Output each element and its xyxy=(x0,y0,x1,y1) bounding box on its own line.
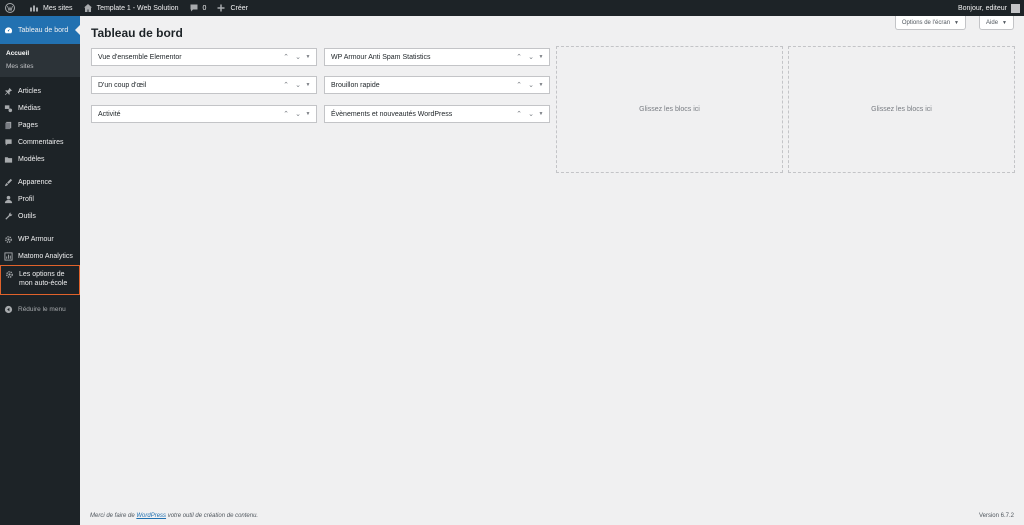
create-button[interactable]: Créer xyxy=(211,0,253,16)
page-title: Tableau de bord xyxy=(91,26,183,40)
account-menu[interactable]: Bonjour, editeur xyxy=(958,0,1020,16)
chevron-down-icon[interactable]: ⌄ xyxy=(292,110,304,118)
sidebar-item-label: Profil xyxy=(18,196,34,203)
dashboard-submenu: Accueil Mes sites xyxy=(0,44,80,77)
collapse-menu-button[interactable]: Réduire le menu xyxy=(0,301,80,318)
sidebar-item-label: Articles xyxy=(18,88,41,95)
create-label: Créer xyxy=(230,4,248,12)
widget-activity[interactable]: Activité ⌃ ⌄ ▼ xyxy=(91,105,317,123)
my-sites-label: Mes sites xyxy=(43,4,73,12)
pages-icon xyxy=(5,121,12,130)
my-sites-icon xyxy=(30,5,38,12)
sidebar-item-matomo[interactable]: Matomo Analytics xyxy=(0,248,80,265)
chevron-up-icon[interactable]: ⌃ xyxy=(513,110,525,118)
caret-down-icon: ▼ xyxy=(1002,19,1007,26)
widget-elementor-overview[interactable]: Vue d'ensemble Elementor ⌃ ⌄ ▼ xyxy=(91,48,317,66)
wrench-icon xyxy=(5,212,13,220)
admin-bar: Mes sites Template 1 - Web Solution 0 Cr… xyxy=(0,0,1024,16)
chevron-up-icon[interactable]: ⌃ xyxy=(280,110,292,118)
widget-at-a-glance[interactable]: D'un coup d'œil ⌃ ⌄ ▼ xyxy=(91,76,317,94)
sidebar-item-label: Outils xyxy=(18,213,36,220)
submenu-item-my-sites[interactable]: Mes sites xyxy=(0,60,80,73)
widget-dropzone[interactable]: Glissez les blocs ici xyxy=(556,46,783,173)
sidebar-item-label: Apparence xyxy=(18,179,52,186)
my-sites-button[interactable]: Mes sites xyxy=(24,0,78,16)
sidebar-item-label: Médias xyxy=(18,105,41,112)
wordpress-link[interactable]: WordPress xyxy=(136,513,166,519)
chevron-down-icon[interactable]: ⌄ xyxy=(292,53,304,61)
toggle-arrow-icon[interactable]: ▼ xyxy=(537,82,545,88)
avatar xyxy=(1011,3,1020,13)
chart-icon xyxy=(4,252,13,261)
toggle-arrow-icon[interactable]: ▼ xyxy=(537,54,545,60)
chevron-down-icon[interactable]: ⌄ xyxy=(525,53,537,61)
chevron-down-icon[interactable]: ⌄ xyxy=(525,81,537,89)
toggle-arrow-icon[interactable]: ▼ xyxy=(304,82,312,88)
collapse-icon xyxy=(4,305,13,314)
submenu-item-home[interactable]: Accueil xyxy=(0,47,80,60)
widget-quick-draft[interactable]: Brouillon rapide ⌃ ⌄ ▼ xyxy=(324,76,550,94)
sidebar-item-label: Pages xyxy=(18,122,38,129)
site-name-label: Template 1 - Web Solution xyxy=(96,4,179,12)
footer-thanks: Merci de faire de WordPress votre outil … xyxy=(90,513,259,519)
caret-down-icon: ▼ xyxy=(954,19,959,26)
user-icon xyxy=(4,195,13,204)
widget-dropzone[interactable]: Glissez les blocs ici xyxy=(788,46,1015,173)
footer-version: Version 6.7.2 xyxy=(978,513,1014,519)
gear-icon xyxy=(6,271,13,278)
brush-icon xyxy=(4,178,13,187)
sidebar-item-profile[interactable]: Profil xyxy=(0,191,80,208)
sidebar-item-comments[interactable]: Commentaires xyxy=(0,134,80,151)
plus-icon xyxy=(217,4,225,12)
sidebar-item-label: Commentaires xyxy=(18,139,64,146)
chevron-up-icon[interactable]: ⌃ xyxy=(513,53,525,61)
home-icon xyxy=(83,4,92,12)
sidebar-item-pages[interactable]: Pages xyxy=(0,117,80,134)
chevron-up-icon[interactable]: ⌃ xyxy=(280,53,292,61)
sidebar-item-label: Les options de mon auto-école xyxy=(19,271,68,287)
admin-sidebar: Tableau de bord Accueil Mes sites Articl… xyxy=(0,16,80,525)
chevron-down-icon[interactable]: ⌄ xyxy=(525,110,537,118)
toggle-arrow-icon[interactable]: ▼ xyxy=(304,111,312,117)
chevron-down-icon[interactable]: ⌄ xyxy=(292,81,304,89)
greeting-label: Bonjour, editeur xyxy=(957,4,1007,12)
wordpress-icon xyxy=(5,3,15,13)
screen-options-button[interactable]: Options de l'écran ▼ xyxy=(894,16,966,30)
sidebar-item-label: WP Armour xyxy=(18,236,54,243)
sidebar-item-appearance[interactable]: Apparence xyxy=(0,174,80,191)
pin-icon xyxy=(4,87,13,96)
collapse-label: Réduire le menu xyxy=(18,306,66,313)
help-button[interactable]: Aide ▼ xyxy=(979,16,1014,30)
comment-icon xyxy=(5,139,12,146)
widget-wp-armour-stats[interactable]: WP Armour Anti Spam Statistics ⌃ ⌄ ▼ xyxy=(324,48,550,66)
sidebar-item-media[interactable]: Médias xyxy=(0,100,80,117)
sidebar-item-wp-armour[interactable]: WP Armour xyxy=(0,231,80,248)
sidebar-item-label: Modèles xyxy=(18,156,45,163)
chevron-up-icon[interactable]: ⌃ xyxy=(280,81,292,89)
sidebar-item-label: Matomo Analytics xyxy=(18,253,73,260)
toggle-arrow-icon[interactable]: ▼ xyxy=(304,54,312,60)
sidebar-item-label: Tableau de bord xyxy=(18,26,69,34)
sidebar-item-dashboard[interactable]: Tableau de bord xyxy=(0,16,80,44)
dashboard-icon xyxy=(4,26,13,33)
comment-icon xyxy=(190,4,198,12)
comments-button[interactable]: 0 xyxy=(184,0,212,16)
sidebar-item-articles[interactable]: Articles xyxy=(0,83,80,100)
comments-count: 0 xyxy=(202,4,207,12)
chevron-up-icon[interactable]: ⌃ xyxy=(513,81,525,89)
folder-icon xyxy=(4,157,13,163)
gear-icon xyxy=(5,236,12,243)
sidebar-item-driving-school-options[interactable]: Les options de mon auto-école xyxy=(0,265,80,295)
sidebar-item-templates[interactable]: Modèles xyxy=(0,151,80,168)
sidebar-item-tools[interactable]: Outils xyxy=(0,208,80,225)
wordpress-logo-button[interactable] xyxy=(0,0,24,16)
site-name-button[interactable]: Template 1 - Web Solution xyxy=(78,0,184,16)
main-content: Options de l'écran ▼ Aide ▼ Tableau de bor… xyxy=(80,16,1024,525)
media-icon xyxy=(4,105,13,113)
toggle-arrow-icon[interactable]: ▼ xyxy=(537,111,545,117)
widget-wordpress-events[interactable]: Évènements et nouveautés WordPress ⌃ ⌄ ▼ xyxy=(324,105,550,123)
